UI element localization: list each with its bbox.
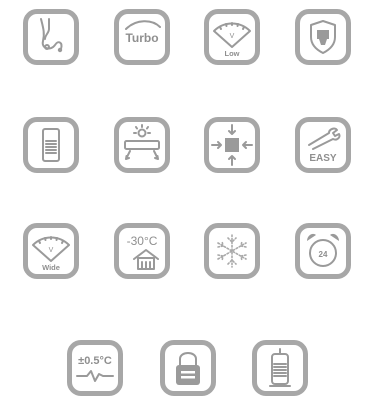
temperature-wave-icon: ±0.5°C — [76, 355, 114, 382]
low-temperature-operation-icon[interactable]: -30°C — [114, 223, 170, 279]
precision-label: ±0.5°C — [78, 355, 112, 367]
padlock-icon — [176, 352, 200, 385]
turbo-label: Turbo — [125, 31, 158, 45]
easy-label: EASY — [309, 153, 337, 164]
compact-size-icon[interactable] — [204, 117, 260, 173]
shield-icon — [310, 20, 336, 54]
drain-pipe-feature-icon[interactable] — [23, 9, 79, 65]
drain-pipe-icon — [40, 18, 63, 53]
precision-temperature-icon[interactable]: ±0.5°C — [67, 340, 123, 396]
house-thermometer-icon: -30°C — [127, 234, 159, 270]
filter-cartridge-icon — [42, 128, 60, 162]
compressor-icon — [269, 348, 291, 387]
compressor-feature-icon[interactable] — [252, 340, 308, 396]
wrench-icon: EASY — [308, 127, 341, 164]
wide-fan-speed-icon[interactable]: V Wide — [23, 223, 79, 279]
sun-ac-unit-icon — [124, 124, 160, 160]
timer-label: 24 — [319, 250, 328, 259]
filter-feature-icon[interactable] — [23, 117, 79, 173]
easy-maintenance-icon[interactable]: EASY — [295, 117, 351, 173]
anti-freeze-icon[interactable] — [204, 223, 260, 279]
heating-airflow-icon[interactable] — [114, 117, 170, 173]
protection-shield-icon[interactable] — [295, 9, 351, 65]
wide-label: Wide — [42, 263, 60, 272]
child-lock-icon[interactable] — [160, 340, 216, 396]
snowflake-icon — [217, 234, 247, 268]
low-fan-speed-icon[interactable]: V Low — [204, 9, 260, 65]
alarm-clock-icon: 24 — [307, 233, 339, 267]
arrows-inward-icon — [211, 124, 253, 166]
fan-gauge-wide-icon: V Wide — [32, 236, 70, 272]
turbo-icon: Turbo — [125, 20, 161, 45]
fan-gauge-low-icon: V Low — [213, 22, 251, 58]
timer-24h-icon[interactable]: 24 — [295, 223, 351, 279]
low-temp-label: -30°C — [127, 234, 158, 248]
low-label: Low — [225, 49, 240, 58]
gauge-needle-label: V — [230, 33, 235, 40]
turbo-mode-icon[interactable]: Turbo — [114, 9, 170, 65]
gauge-needle-label: V — [49, 247, 54, 254]
